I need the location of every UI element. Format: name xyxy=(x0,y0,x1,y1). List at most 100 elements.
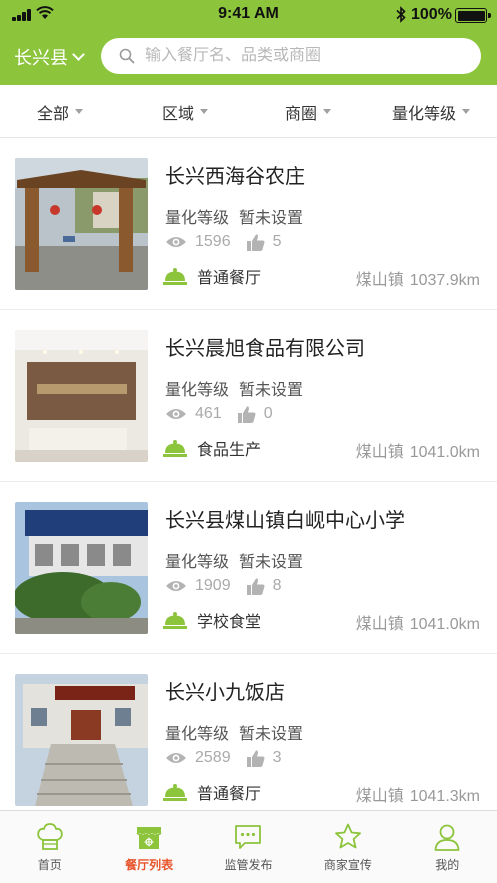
chef-hat-icon xyxy=(37,823,63,850)
thumbs-up-icon xyxy=(237,405,256,423)
tab-mine[interactable]: 我的 xyxy=(398,811,497,883)
tab-label: 商家宣传 xyxy=(323,858,372,872)
filter-label: 全部 xyxy=(37,105,70,123)
filter-bar: 全部 区域 商圈 量化等级 xyxy=(0,85,497,138)
chevron-down-icon xyxy=(72,48,85,61)
restaurant-name: 长兴西海谷农庄 xyxy=(165,166,305,188)
location-info: 煤山镇 1041.3km xyxy=(356,782,480,806)
dish-cover-icon xyxy=(163,612,187,629)
grade-label: 量化等级 xyxy=(165,554,230,571)
distance: 1041.0km xyxy=(409,444,480,461)
filter-label: 区域 xyxy=(162,105,195,123)
grade-value: 暂未设置 xyxy=(239,210,304,227)
dish-cover-icon xyxy=(163,268,187,285)
grade-row: 量化等级 暂未设置 xyxy=(165,204,303,228)
grade-row: 量化等级 暂未设置 xyxy=(165,720,303,744)
tab-merchant-promo[interactable]: 商家宣传 xyxy=(298,811,397,883)
like-count: 5 xyxy=(272,233,282,250)
restaurant-card[interactable]: 长兴晨旭食品有限公司 量化等级 暂未设置 461 0 食品生产 煤山镇 1041.0… xyxy=(0,310,497,482)
restaurant-name: 长兴县煤山镇白岘中心小学 xyxy=(165,510,405,532)
grade-value: 暂未设置 xyxy=(239,382,304,399)
type-row: 普通餐厅 xyxy=(163,264,261,288)
type-row: 普通餐厅 xyxy=(163,780,261,804)
restaurant-card[interactable]: 长兴小九饭店 量化等级 暂未设置 2589 3 普通餐厅 煤山镇 1041.3km xyxy=(0,654,497,810)
dropdown-arrow-icon xyxy=(462,109,471,114)
type-row: 食品生产 xyxy=(163,436,261,460)
search-icon xyxy=(119,48,135,64)
grade-label: 量化等级 xyxy=(165,210,230,227)
restaurant-type: 普通餐厅 xyxy=(197,786,262,803)
filter-label: 商圈 xyxy=(285,105,318,123)
stats-row: 461 0 xyxy=(165,403,273,425)
battery-icon xyxy=(455,8,491,23)
eye-icon xyxy=(166,237,186,247)
restaurant-card[interactable]: 长兴县煤山镇白岘中心小学 量化等级 暂未设置 1909 8 学校食堂 煤山镇 104… xyxy=(0,482,497,654)
restaurant-type: 普通餐厅 xyxy=(197,270,262,287)
dish-cover-icon xyxy=(163,784,187,801)
view-count: 1596 xyxy=(195,233,231,250)
dropdown-arrow-icon xyxy=(323,109,332,114)
distance: 1037.9km xyxy=(409,272,480,289)
restaurant-name: 长兴小九饭店 xyxy=(165,682,285,704)
view-count: 1909 xyxy=(195,577,231,594)
tab-label: 首页 xyxy=(37,858,62,872)
filter-area[interactable]: 区域 xyxy=(162,85,209,138)
restaurant-photo xyxy=(15,330,148,462)
type-row: 学校食堂 xyxy=(163,608,261,632)
city-label: 长兴县 xyxy=(14,48,68,68)
town: 煤山镇 xyxy=(355,788,404,805)
grade-row: 量化等级 暂未设置 xyxy=(165,548,303,572)
stats-row: 1596 5 xyxy=(165,231,282,253)
eye-icon xyxy=(166,581,186,591)
restaurant-type: 食品生产 xyxy=(197,442,262,459)
location-info: 煤山镇 1037.9km xyxy=(356,266,480,290)
eye-icon xyxy=(166,753,186,763)
tab-label: 我的 xyxy=(435,858,460,872)
star-icon xyxy=(334,823,361,849)
eye-icon xyxy=(166,409,186,419)
app-header: 9:41 AM 100% 长兴县 xyxy=(0,0,497,85)
town: 煤山镇 xyxy=(355,272,404,289)
thumbs-up-icon xyxy=(246,233,265,251)
dropdown-arrow-icon xyxy=(200,109,209,114)
stats-row: 1909 8 xyxy=(165,575,282,597)
tab-home[interactable]: 首页 xyxy=(0,811,99,883)
restaurant-photo xyxy=(15,674,148,806)
grade-value: 暂未设置 xyxy=(239,554,304,571)
view-count: 2589 xyxy=(195,749,231,766)
tab-label: 监管发布 xyxy=(224,858,273,872)
restaurant-name: 长兴晨旭食品有限公司 xyxy=(165,338,365,360)
filter-all[interactable]: 全部 xyxy=(37,85,84,138)
tab-restaurant-list[interactable]: 餐厅列表 xyxy=(99,811,198,883)
restaurant-card[interactable]: 长兴西海谷农庄 量化等级 暂未设置 1596 5 普通餐厅 煤山镇 1037.9km xyxy=(0,138,497,310)
restaurant-type: 学校食堂 xyxy=(197,614,262,631)
grade-label: 量化等级 xyxy=(165,382,230,399)
stats-row: 2589 3 xyxy=(165,747,282,769)
chat-bubble-icon xyxy=(235,825,262,849)
like-count: 8 xyxy=(272,577,282,594)
view-count: 461 xyxy=(195,405,222,422)
search-input[interactable] xyxy=(145,47,465,65)
status-bar: 9:41 AM 100% xyxy=(0,0,497,30)
filter-grade[interactable]: 量化等级 xyxy=(392,85,471,138)
location-info: 煤山镇 1041.0km xyxy=(356,438,480,462)
restaurant-photo xyxy=(15,158,148,290)
distance: 1041.0km xyxy=(409,616,480,633)
battery-percent: 100% xyxy=(411,6,452,23)
dish-cover-icon xyxy=(163,440,187,457)
city-selector[interactable]: 长兴县 xyxy=(14,44,85,70)
search-bar[interactable] xyxy=(101,38,481,74)
filter-business-district[interactable]: 商圈 xyxy=(285,85,332,138)
location-info: 煤山镇 1041.0km xyxy=(356,610,480,634)
thumbs-up-icon xyxy=(246,749,265,767)
restaurant-list: 长兴西海谷农庄 量化等级 暂未设置 1596 5 普通餐厅 煤山镇 1037.9km… xyxy=(0,138,497,810)
tab-bar: 首页 餐厅列表 监管发布 商家宣传 我的 xyxy=(0,810,497,883)
like-count: 3 xyxy=(272,749,282,766)
grade-label: 量化等级 xyxy=(165,726,230,743)
bluetooth-icon xyxy=(396,6,406,23)
storefront-icon xyxy=(136,827,162,849)
distance: 1041.3km xyxy=(409,788,480,805)
tab-supervision-release[interactable]: 监管发布 xyxy=(199,811,298,883)
grade-row: 量化等级 暂未设置 xyxy=(165,376,303,400)
filter-label: 量化等级 xyxy=(392,105,457,123)
